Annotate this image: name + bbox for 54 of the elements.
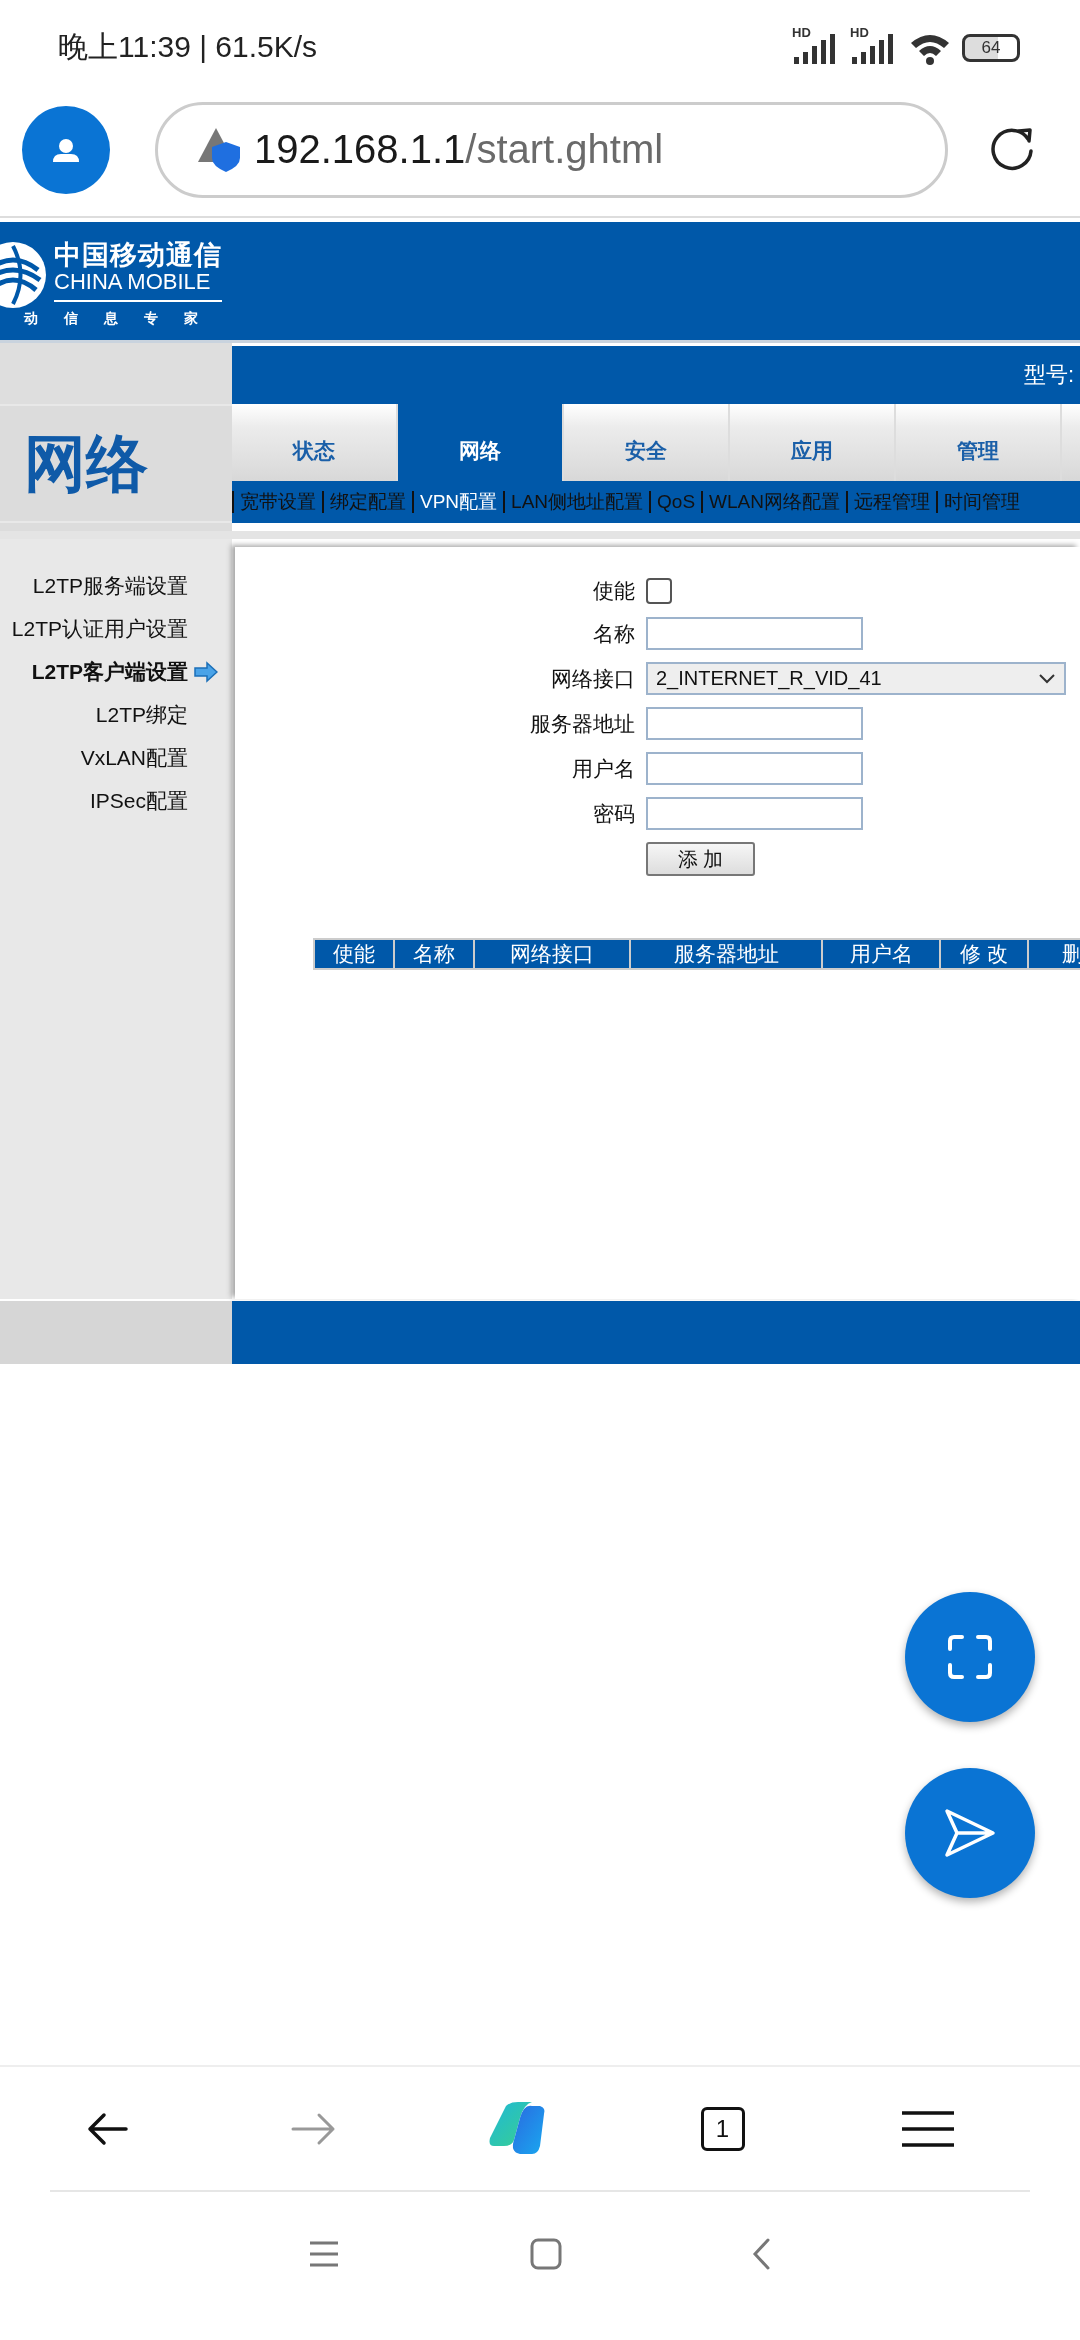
square-icon xyxy=(530,2238,562,2270)
interface-dropdown[interactable]: 2_INTERNET_R_VID_41 xyxy=(646,662,1066,695)
sub-nav-link[interactable]: VPN配置 xyxy=(412,491,504,513)
table-header-cell: 修 改 xyxy=(939,938,1027,970)
status-time-speed: 晚上11:39 | 61.5K/s xyxy=(58,29,319,65)
section-title: 网络 xyxy=(24,427,148,500)
table-header-cell: 名称 xyxy=(393,938,473,970)
system-back-button[interactable] xyxy=(752,2238,772,2270)
logo-name-chinese: 中国移动通信 xyxy=(54,240,222,270)
logo-name-english: CHINA MOBILE xyxy=(54,270,222,302)
chevron-down-icon xyxy=(1038,672,1056,685)
model-label: 型号: xyxy=(1023,361,1074,389)
nav-tab[interactable]: 应用 xyxy=(730,404,896,481)
field-label: 使能 xyxy=(593,578,635,604)
input-field[interactable] xyxy=(646,752,863,785)
menu-icon xyxy=(899,2108,956,2149)
sidebar-item[interactable]: L2TP认证用户设置 xyxy=(11,607,218,650)
nav-tab[interactable]: 安全 xyxy=(564,404,730,481)
field-label: 用户名 xyxy=(572,755,635,782)
recent-apps-button[interactable] xyxy=(308,2240,340,2268)
nav-tab[interactable]: 状态 xyxy=(232,404,398,481)
battery-icon: 64 xyxy=(962,33,1020,62)
nav-tab[interactable]: 网络 xyxy=(398,404,564,481)
nav-tab[interactable]: 管理 xyxy=(896,404,1062,481)
input-field[interactable] xyxy=(646,707,863,740)
arrow-icon xyxy=(194,660,218,683)
field-label: 密码 xyxy=(593,800,635,827)
menu-lines-icon xyxy=(308,2240,340,2268)
input-field[interactable] xyxy=(646,617,863,650)
capture-frame-icon xyxy=(946,1633,994,1681)
home-button[interactable] xyxy=(530,2238,562,2270)
field-label: 网络接口 xyxy=(551,665,635,692)
sidebar-item[interactable]: VxLAN配置 xyxy=(80,736,218,779)
tabs-button[interactable]: 1 xyxy=(620,2067,825,2190)
url-text: 192.168.1.1/start.ghtml xyxy=(254,127,664,172)
send-icon xyxy=(943,1807,997,1859)
screenshot-button[interactable] xyxy=(905,1592,1035,1722)
chevron-left-icon xyxy=(752,2238,772,2270)
sidebar-item[interactable]: L2TP绑定 xyxy=(95,693,218,736)
sidebar-item[interactable]: IPSec配置 xyxy=(89,779,218,822)
logo-slogan: 动 信 息 专 家 xyxy=(24,310,199,328)
sidebar-item[interactable]: L2TP客户端设置 xyxy=(31,650,218,693)
add-button[interactable]: 添 加 xyxy=(646,842,755,876)
table-header-cell: 用户名 xyxy=(821,938,939,970)
table-header-cell: 服务器地址 xyxy=(629,938,821,970)
sidebar-item[interactable]: L2TP服务端设置 xyxy=(32,564,218,607)
field-label: 名称 xyxy=(593,620,635,647)
address-bar[interactable]: 192.168.1.1/start.ghtml xyxy=(155,101,948,198)
field-label: 服务器地址 xyxy=(530,710,635,737)
table-header-cell: 使能 xyxy=(313,938,393,970)
enable-checkbox[interactable] xyxy=(646,578,672,604)
send-button[interactable] xyxy=(905,1768,1035,1898)
input-field[interactable] xyxy=(646,797,863,830)
table-header-cell: 网络接口 xyxy=(473,938,629,970)
